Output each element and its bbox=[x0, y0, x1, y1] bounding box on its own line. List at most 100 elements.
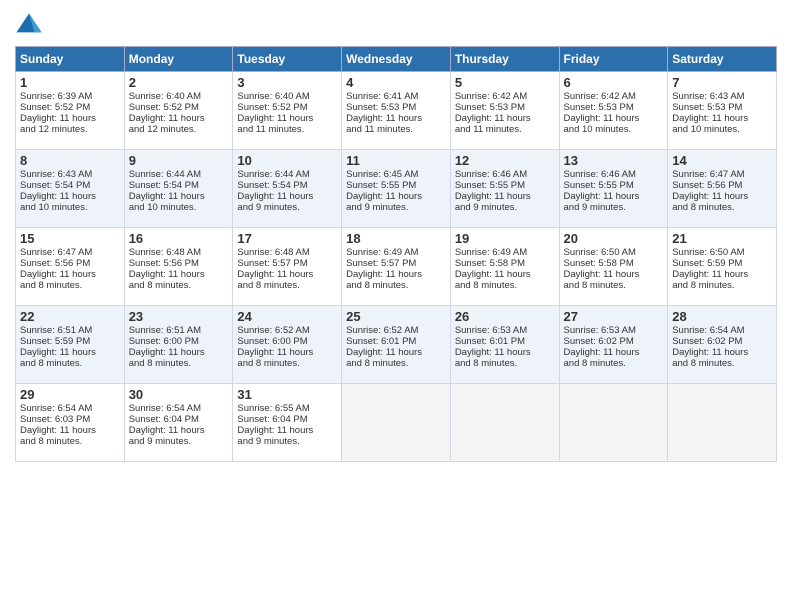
day-info: Sunrise: 6:44 AM bbox=[237, 169, 337, 180]
col-header-tuesday: Tuesday bbox=[233, 47, 342, 72]
day-info: Sunrise: 6:39 AM bbox=[20, 91, 120, 102]
day-info: Daylight: 11 hours bbox=[564, 269, 664, 280]
day-info: and 9 minutes. bbox=[455, 202, 555, 213]
calendar-cell: 13Sunrise: 6:46 AMSunset: 5:55 PMDayligh… bbox=[559, 150, 668, 228]
day-info: and 11 minutes. bbox=[346, 124, 446, 135]
day-info: Sunrise: 6:54 AM bbox=[20, 403, 120, 414]
day-info: Sunrise: 6:40 AM bbox=[129, 91, 229, 102]
day-info: and 12 minutes. bbox=[20, 124, 120, 135]
day-number: 8 bbox=[20, 153, 120, 168]
day-info: Daylight: 11 hours bbox=[129, 191, 229, 202]
calendar-cell: 29Sunrise: 6:54 AMSunset: 6:03 PMDayligh… bbox=[16, 384, 125, 462]
col-header-saturday: Saturday bbox=[668, 47, 777, 72]
calendar-cell bbox=[668, 384, 777, 462]
col-header-thursday: Thursday bbox=[450, 47, 559, 72]
day-info: Sunset: 5:53 PM bbox=[455, 102, 555, 113]
main-container: SundayMondayTuesdayWednesdayThursdayFrid… bbox=[0, 0, 792, 472]
day-info: and 8 minutes. bbox=[564, 358, 664, 369]
day-info: Sunrise: 6:43 AM bbox=[672, 91, 772, 102]
day-info: Sunset: 6:00 PM bbox=[129, 336, 229, 347]
week-row-3: 15Sunrise: 6:47 AMSunset: 5:56 PMDayligh… bbox=[16, 228, 777, 306]
day-info: Daylight: 11 hours bbox=[346, 269, 446, 280]
day-info: and 11 minutes. bbox=[237, 124, 337, 135]
day-info: Sunset: 5:57 PM bbox=[237, 258, 337, 269]
day-number: 18 bbox=[346, 231, 446, 246]
day-number: 15 bbox=[20, 231, 120, 246]
day-info: and 8 minutes. bbox=[455, 358, 555, 369]
calendar-cell: 5Sunrise: 6:42 AMSunset: 5:53 PMDaylight… bbox=[450, 72, 559, 150]
header-row: SundayMondayTuesdayWednesdayThursdayFrid… bbox=[16, 47, 777, 72]
day-info: Sunset: 5:56 PM bbox=[129, 258, 229, 269]
day-info: Daylight: 11 hours bbox=[455, 347, 555, 358]
day-info: Sunrise: 6:47 AM bbox=[20, 247, 120, 258]
day-info: and 10 minutes. bbox=[564, 124, 664, 135]
day-info: Sunset: 6:02 PM bbox=[672, 336, 772, 347]
calendar-cell: 1Sunrise: 6:39 AMSunset: 5:52 PMDaylight… bbox=[16, 72, 125, 150]
day-number: 13 bbox=[564, 153, 664, 168]
day-info: Sunset: 5:53 PM bbox=[564, 102, 664, 113]
week-row-4: 22Sunrise: 6:51 AMSunset: 5:59 PMDayligh… bbox=[16, 306, 777, 384]
day-number: 1 bbox=[20, 75, 120, 90]
day-info: Sunset: 5:52 PM bbox=[129, 102, 229, 113]
calendar-cell: 17Sunrise: 6:48 AMSunset: 5:57 PMDayligh… bbox=[233, 228, 342, 306]
day-number: 27 bbox=[564, 309, 664, 324]
day-number: 2 bbox=[129, 75, 229, 90]
day-info: and 10 minutes. bbox=[129, 202, 229, 213]
day-info: Daylight: 11 hours bbox=[346, 347, 446, 358]
day-info: Sunrise: 6:55 AM bbox=[237, 403, 337, 414]
day-info: Sunrise: 6:48 AM bbox=[129, 247, 229, 258]
calendar-table: SundayMondayTuesdayWednesdayThursdayFrid… bbox=[15, 46, 777, 462]
day-number: 28 bbox=[672, 309, 772, 324]
day-info: Daylight: 11 hours bbox=[564, 347, 664, 358]
calendar-cell: 16Sunrise: 6:48 AMSunset: 5:56 PMDayligh… bbox=[124, 228, 233, 306]
day-info: Daylight: 11 hours bbox=[346, 113, 446, 124]
day-number: 29 bbox=[20, 387, 120, 402]
day-info: Daylight: 11 hours bbox=[129, 269, 229, 280]
day-info: Sunset: 5:58 PM bbox=[455, 258, 555, 269]
day-info: Sunrise: 6:42 AM bbox=[564, 91, 664, 102]
day-info: Daylight: 11 hours bbox=[129, 425, 229, 436]
day-number: 20 bbox=[564, 231, 664, 246]
day-number: 23 bbox=[129, 309, 229, 324]
day-info: Daylight: 11 hours bbox=[237, 425, 337, 436]
day-info: and 8 minutes. bbox=[346, 358, 446, 369]
calendar-cell: 26Sunrise: 6:53 AMSunset: 6:01 PMDayligh… bbox=[450, 306, 559, 384]
calendar-cell bbox=[559, 384, 668, 462]
day-info: Sunset: 5:58 PM bbox=[564, 258, 664, 269]
calendar-cell: 28Sunrise: 6:54 AMSunset: 6:02 PMDayligh… bbox=[668, 306, 777, 384]
day-info: and 8 minutes. bbox=[237, 358, 337, 369]
day-info: Sunrise: 6:46 AM bbox=[564, 169, 664, 180]
day-number: 25 bbox=[346, 309, 446, 324]
day-info: and 10 minutes. bbox=[672, 124, 772, 135]
calendar-cell: 25Sunrise: 6:52 AMSunset: 6:01 PMDayligh… bbox=[342, 306, 451, 384]
day-info: Sunrise: 6:52 AM bbox=[346, 325, 446, 336]
day-info: and 11 minutes. bbox=[455, 124, 555, 135]
day-info: Daylight: 11 hours bbox=[20, 425, 120, 436]
day-info: Daylight: 11 hours bbox=[564, 191, 664, 202]
day-info: and 8 minutes. bbox=[672, 358, 772, 369]
day-info: Sunrise: 6:53 AM bbox=[564, 325, 664, 336]
day-info: Daylight: 11 hours bbox=[20, 191, 120, 202]
calendar-cell: 3Sunrise: 6:40 AMSunset: 5:52 PMDaylight… bbox=[233, 72, 342, 150]
day-info: Sunrise: 6:42 AM bbox=[455, 91, 555, 102]
day-info: Daylight: 11 hours bbox=[672, 269, 772, 280]
calendar-cell: 31Sunrise: 6:55 AMSunset: 6:04 PMDayligh… bbox=[233, 384, 342, 462]
day-info: and 8 minutes. bbox=[237, 280, 337, 291]
day-info: Daylight: 11 hours bbox=[455, 191, 555, 202]
day-number: 11 bbox=[346, 153, 446, 168]
day-info: Sunset: 5:55 PM bbox=[346, 180, 446, 191]
day-info: Sunset: 5:57 PM bbox=[346, 258, 446, 269]
day-info: Daylight: 11 hours bbox=[672, 191, 772, 202]
day-info: Daylight: 11 hours bbox=[237, 347, 337, 358]
day-info: and 8 minutes. bbox=[129, 358, 229, 369]
day-info: Sunrise: 6:45 AM bbox=[346, 169, 446, 180]
calendar-cell: 19Sunrise: 6:49 AMSunset: 5:58 PMDayligh… bbox=[450, 228, 559, 306]
col-header-monday: Monday bbox=[124, 47, 233, 72]
day-info: and 8 minutes. bbox=[564, 280, 664, 291]
day-info: Sunset: 5:55 PM bbox=[564, 180, 664, 191]
day-info: and 9 minutes. bbox=[129, 436, 229, 447]
day-info: and 9 minutes. bbox=[237, 202, 337, 213]
calendar-cell: 7Sunrise: 6:43 AMSunset: 5:53 PMDaylight… bbox=[668, 72, 777, 150]
day-info: Sunrise: 6:41 AM bbox=[346, 91, 446, 102]
calendar-cell: 4Sunrise: 6:41 AMSunset: 5:53 PMDaylight… bbox=[342, 72, 451, 150]
